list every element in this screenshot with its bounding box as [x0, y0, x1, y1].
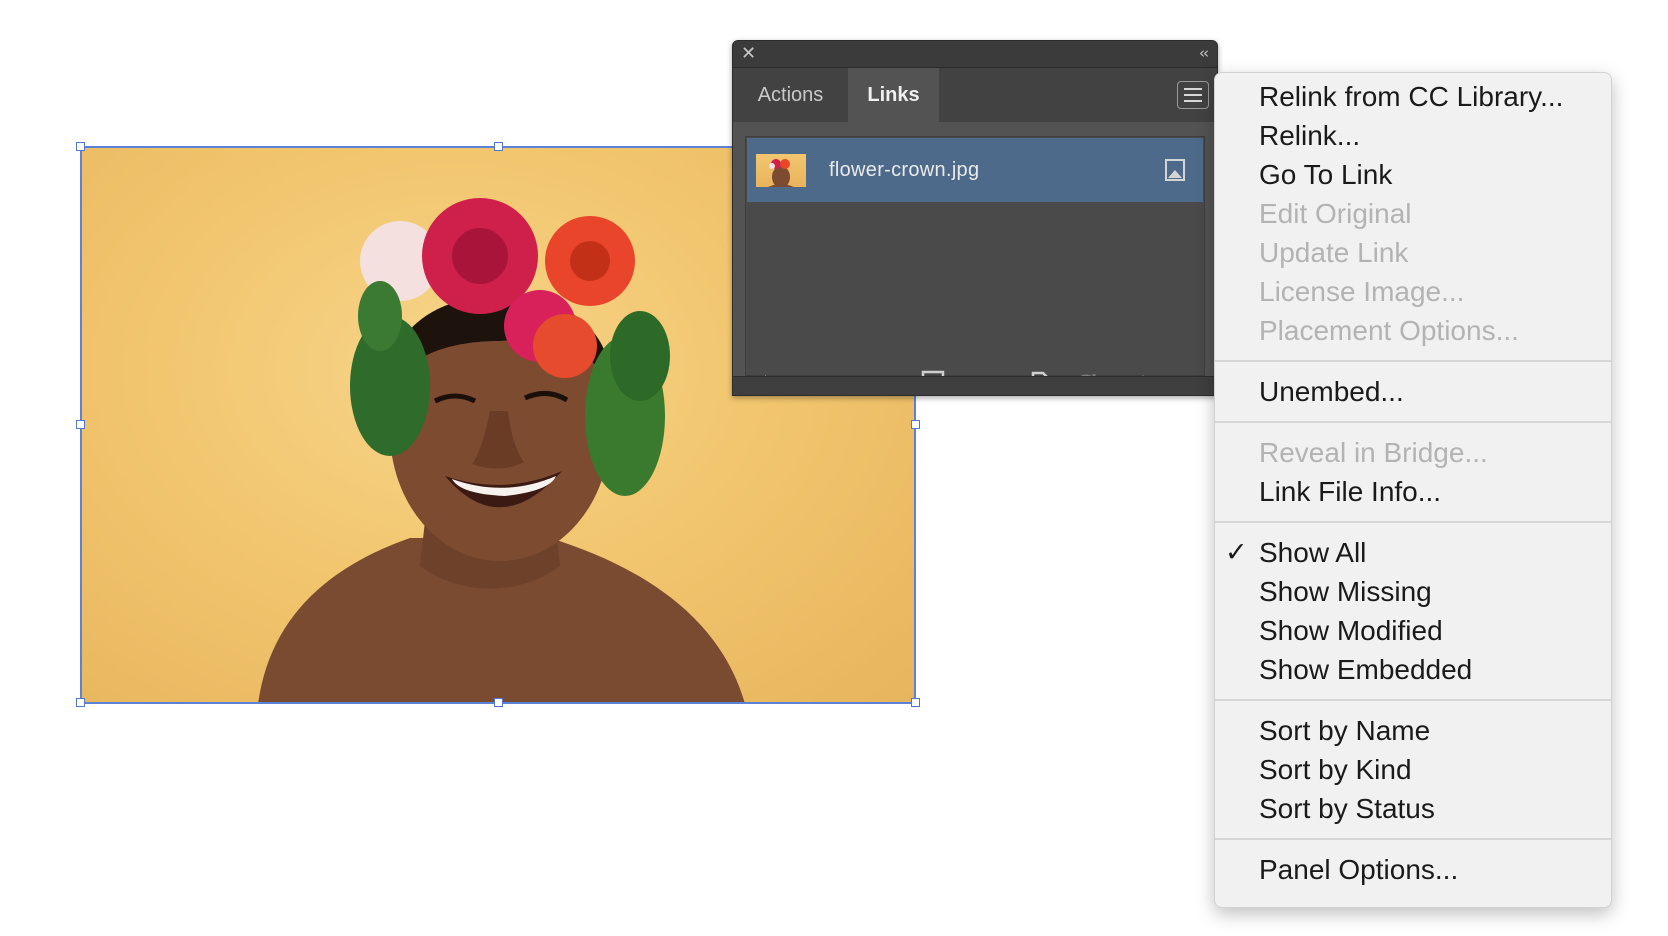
- close-icon[interactable]: ✕: [741, 44, 756, 64]
- menu-item-panel-options[interactable]: Panel Options...: [1215, 850, 1611, 889]
- menu-item-relink[interactable]: Relink...: [1215, 116, 1611, 155]
- resize-handle-middle-right[interactable]: [911, 420, 920, 429]
- links-panel-menu: Relink from CC Library... Relink... Go T…: [1214, 72, 1612, 908]
- link-filename: flower-crown.jpg: [829, 159, 980, 181]
- panel-bottom-bar: [733, 376, 1217, 395]
- menu-item-show-missing[interactable]: Show Missing: [1215, 572, 1611, 611]
- menu-item-license-image: License Image...: [1259, 276, 1465, 307]
- collapse-panel-icon[interactable]: ‹‹: [1199, 43, 1209, 63]
- menu-item-go-to-link[interactable]: Go To Link: [1215, 155, 1611, 194]
- menu-item-sort-by-kind[interactable]: Sort by Kind: [1215, 750, 1611, 789]
- panel-title-bar[interactable]: ✕ ‹‹: [733, 41, 1217, 68]
- resize-handle-top-center[interactable]: [494, 142, 503, 151]
- menu-item-relink-from-cc-library[interactable]: Relink from CC Library...: [1215, 77, 1611, 116]
- resize-handle-bottom-center[interactable]: [494, 698, 503, 707]
- link-row[interactable]: flower-crown.jpg: [747, 138, 1203, 202]
- menu-item-update-link: Update Link: [1259, 237, 1409, 268]
- menu-item-show-all[interactable]: ✓ Show All: [1215, 533, 1611, 572]
- resize-handle-middle-left[interactable]: [76, 420, 85, 429]
- menu-separator: [1215, 360, 1611, 362]
- checkmark-icon: ✓: [1225, 537, 1248, 568]
- menu-item-sort-by-name[interactable]: Sort by Name: [1215, 711, 1611, 750]
- menu-separator: [1215, 421, 1611, 423]
- panel-tab-bar: Actions Links: [733, 68, 1217, 122]
- tab-actions[interactable]: Actions: [733, 68, 848, 122]
- menu-item-unembed[interactable]: Unembed...: [1215, 372, 1611, 411]
- panel-menu-icon[interactable]: [1177, 81, 1209, 109]
- menu-item-label: Show All: [1259, 537, 1367, 568]
- tab-links[interactable]: Links: [848, 68, 939, 122]
- resize-handle-top-left[interactable]: [76, 142, 85, 151]
- menu-item-edit-original: Edit Original: [1259, 198, 1412, 229]
- links-list[interactable]: flower-crown.jpg: [745, 136, 1205, 376]
- link-thumbnail: [756, 154, 806, 187]
- menu-item-sort-by-status[interactable]: Sort by Status: [1215, 789, 1611, 828]
- menu-item-link-file-info[interactable]: Link File Info...: [1215, 472, 1611, 511]
- links-panel: ✕ ‹‹ Actions Links flower-crown.jpg: [732, 40, 1218, 396]
- resize-handle-bottom-left[interactable]: [76, 698, 85, 707]
- menu-item-placement-options: Placement Options...: [1259, 315, 1519, 346]
- menu-item-reveal-in-bridge: Reveal in Bridge...: [1259, 437, 1488, 468]
- menu-item-show-modified[interactable]: Show Modified: [1215, 611, 1611, 650]
- menu-separator: [1215, 838, 1611, 840]
- menu-separator: [1215, 699, 1611, 701]
- menu-separator: [1215, 521, 1611, 523]
- menu-item-show-embedded[interactable]: Show Embedded: [1215, 650, 1611, 689]
- embedded-icon: [1165, 159, 1185, 181]
- resize-handle-bottom-right[interactable]: [911, 698, 920, 707]
